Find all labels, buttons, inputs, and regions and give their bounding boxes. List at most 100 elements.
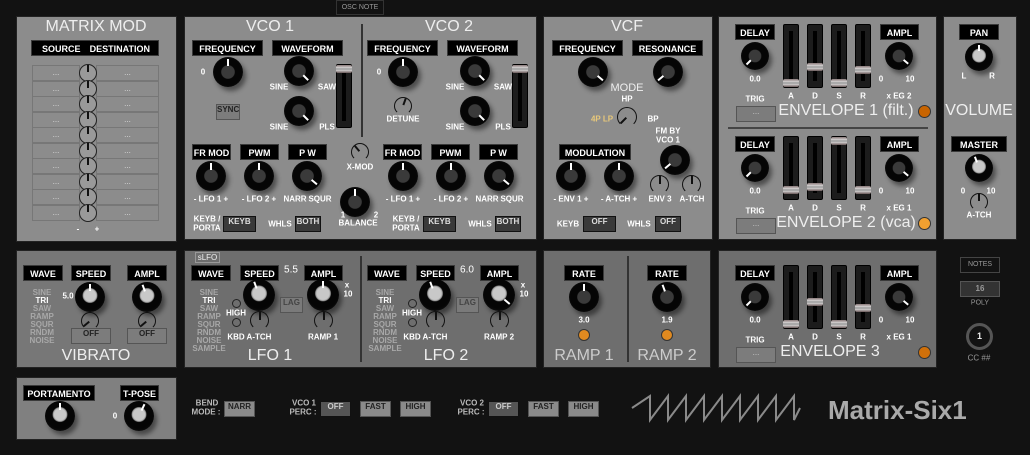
matrix-destination-cell[interactable]: ...	[96, 189, 159, 205]
vibrato-speed-off-button[interactable]: OFF	[71, 328, 111, 344]
env2-s-handle[interactable]	[831, 137, 847, 145]
env2-ampl-knob[interactable]	[885, 154, 913, 182]
env1-trig-button[interactable]: ...	[736, 106, 776, 122]
vcf-atch-knob[interactable]	[682, 175, 701, 194]
detune-knob[interactable]	[394, 97, 412, 115]
cc-number-knob[interactable]: 1	[966, 323, 993, 350]
lfo1-wave-list[interactable]: SINE TRI SAW RAMP SQUR RNDM NOISE SAMPLE	[192, 289, 225, 353]
vco2-keyb-button[interactable]: KEYB	[423, 216, 456, 232]
matrix-source-cell[interactable]: ...	[32, 65, 80, 81]
wave-option[interactable]: SAMPLE	[368, 345, 401, 353]
matrix-source-cell[interactable]: ...	[32, 142, 80, 159]
vco1-pw-knob[interactable]	[292, 161, 322, 191]
slider-handle[interactable]	[512, 65, 528, 73]
vco1-perc-off-button[interactable]: OFF	[320, 401, 351, 417]
ramp2-rate-knob[interactable]	[652, 282, 682, 312]
env1-r-handle[interactable]	[855, 65, 871, 74]
sync-button[interactable]: SYNC	[216, 104, 240, 120]
lfo2-kbd-radio[interactable]	[408, 318, 417, 327]
vco1-level-slider[interactable]	[336, 64, 352, 128]
env2-r-slider[interactable]	[855, 136, 871, 200]
vco1-waveform-pulse-knob[interactable]	[284, 96, 314, 126]
wave-option[interactable]: SAMPLE	[192, 345, 225, 353]
env2-d-slider[interactable]	[807, 136, 823, 200]
env3-knob[interactable]	[650, 175, 669, 194]
x-mod-knob[interactable]	[351, 143, 369, 161]
env1-mod-knob[interactable]	[556, 161, 586, 191]
env3-r-slider[interactable]	[855, 265, 871, 329]
env2-s-slider[interactable]	[831, 136, 847, 200]
lfo1-high-radio[interactable]	[232, 299, 241, 308]
env1-delay-knob[interactable]	[741, 42, 769, 70]
matrix-destination-cell[interactable]: ...	[96, 158, 159, 174]
vibrato-ampl-off-button[interactable]: OFF	[127, 328, 167, 344]
matrix-source-cell[interactable]: ...	[32, 189, 80, 205]
vco1-perc-fast-button[interactable]: FAST	[360, 401, 391, 417]
atch-mod-knob[interactable]	[604, 161, 634, 191]
pan-knob[interactable]	[965, 43, 993, 71]
ramp1-rate-knob[interactable]	[569, 282, 599, 312]
vco1-whls-both-button[interactable]: BOTH	[295, 216, 321, 232]
lfo1-ramp-knob[interactable]	[314, 311, 333, 330]
lfo2-speed-knob[interactable]	[419, 279, 451, 311]
matrix-destination-cell[interactable]: ...	[96, 111, 159, 128]
env3-a-handle[interactable]	[783, 320, 799, 328]
matrix-destination-cell[interactable]: ...	[96, 204, 159, 221]
filter-mode-knob[interactable]	[617, 107, 637, 127]
wave-option[interactable]: NOISE	[30, 337, 55, 345]
vco2-perc-fast-button[interactable]: FAST	[528, 401, 559, 417]
lfo1-lag-button[interactable]: LAG	[280, 297, 303, 313]
env1-d-handle[interactable]	[807, 62, 823, 71]
osc-note-tab[interactable]: OSC NOTE	[336, 0, 384, 15]
env2-a-slider[interactable]	[783, 136, 799, 200]
fm-by-vco1-knob[interactable]	[660, 145, 690, 175]
vco2-waveform-saw-knob[interactable]	[460, 56, 490, 86]
slider-handle[interactable]	[336, 65, 352, 73]
vcf-whls-off-button[interactable]: OFF	[655, 216, 681, 232]
env1-s-slider[interactable]	[831, 24, 847, 88]
env1-a-slider[interactable]	[783, 24, 799, 88]
master-volume-knob[interactable]	[965, 154, 993, 182]
vco2-whls-both-button[interactable]: BOTH	[495, 216, 521, 232]
matrix-source-cell[interactable]: ...	[32, 127, 80, 143]
env3-a-slider[interactable]	[783, 265, 799, 329]
poly-value[interactable]: 16	[960, 281, 1000, 297]
vcf-resonance-knob[interactable]	[653, 57, 683, 87]
lfo1-speed-knob[interactable]	[243, 279, 275, 311]
matrix-amount-knob[interactable]	[79, 203, 97, 222]
lfo1-ampl-knob[interactable]	[307, 279, 339, 311]
bend-mode-narr-button[interactable]: NARR	[224, 401, 255, 417]
env3-s-handle[interactable]	[831, 320, 847, 328]
vcf-keyb-off-button[interactable]: OFF	[583, 216, 616, 232]
lfo2-ampl-knob[interactable]	[483, 279, 515, 311]
env2-d-handle[interactable]	[807, 182, 823, 191]
env1-r-slider[interactable]	[855, 24, 871, 88]
matrix-destination-cell[interactable]: ...	[96, 65, 159, 81]
lfo1-atch-knob[interactable]	[250, 311, 269, 330]
vco2-pwm-knob[interactable]	[436, 161, 466, 191]
matrix-destination-cell[interactable]: ...	[96, 80, 159, 97]
vco2-perc-off-button[interactable]: OFF	[488, 401, 519, 417]
vibrato-wave-list[interactable]: SINE TRI SAW RAMP SQUR RNDM NOISE	[30, 289, 55, 345]
matrix-destination-cell[interactable]: ...	[96, 96, 159, 112]
matrix-destination-cell[interactable]: ...	[96, 127, 159, 143]
env1-d-slider[interactable]	[807, 24, 823, 88]
vco1-frequency-knob[interactable]	[213, 57, 243, 87]
matrix-destination-cell[interactable]: ...	[96, 142, 159, 159]
vco1-fr-mod-knob[interactable]	[196, 161, 226, 191]
vco1-perc-high-button[interactable]: HIGH	[400, 401, 431, 417]
lfo2-lag-button[interactable]: LAG	[456, 297, 479, 313]
env3-delay-knob[interactable]	[741, 283, 769, 311]
lfo2-atch-knob[interactable]	[426, 311, 445, 330]
env3-d-handle[interactable]	[807, 298, 823, 307]
matrix-source-cell[interactable]: ...	[32, 80, 80, 97]
vco2-level-slider[interactable]	[512, 64, 528, 128]
matrix-destination-cell[interactable]: ...	[96, 173, 159, 190]
env2-trig-button[interactable]: ...	[736, 218, 776, 234]
lfo2-ramp-knob[interactable]	[490, 311, 509, 330]
matrix-source-cell[interactable]: ...	[32, 111, 80, 128]
env2-delay-knob[interactable]	[741, 154, 769, 182]
notes-button[interactable]: NOTES	[960, 257, 1000, 273]
vco2-waveform-pulse-knob[interactable]	[460, 96, 490, 126]
vco1-keyb-button[interactable]: KEYB	[223, 216, 256, 232]
